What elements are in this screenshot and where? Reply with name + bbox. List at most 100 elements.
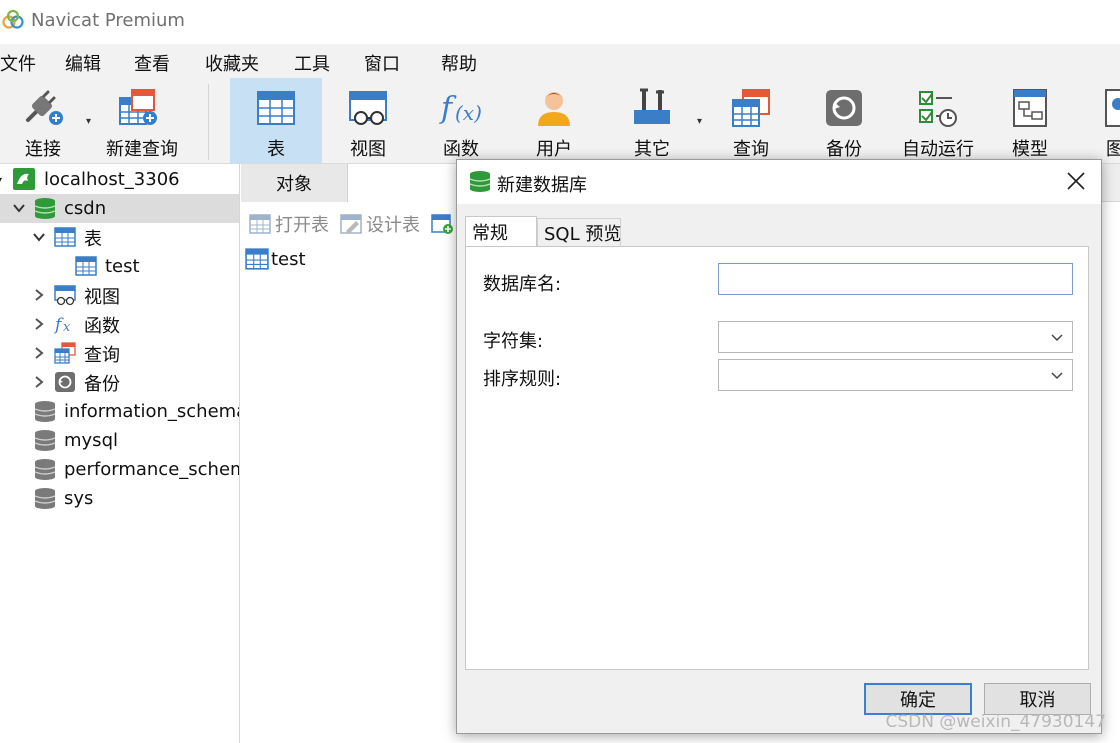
tab-sql-preview[interactable]: SQL 预览 xyxy=(537,218,621,246)
object-item-test-label: test xyxy=(271,248,306,270)
auto-run-button[interactable]: 自动运行 xyxy=(892,78,984,163)
db-name-input[interactable] xyxy=(718,263,1073,295)
tree-db-csdn-label: csdn xyxy=(64,198,107,219)
function-button[interactable]: f (x) 函数 xyxy=(414,78,508,163)
tree-queries[interactable]: 查询 xyxy=(0,339,239,368)
view-icon xyxy=(54,285,76,306)
view-icon xyxy=(349,91,387,125)
object-item-test[interactable]: test xyxy=(245,246,306,272)
collation-label: 排序规则: xyxy=(483,369,562,390)
user-label: 用户 xyxy=(536,139,572,160)
dialog-general-panel: 数据库名: 字符集: 排序规则: xyxy=(465,246,1089,670)
chart-label: 图 xyxy=(1106,139,1120,160)
chevron-right-icon[interactable] xyxy=(32,288,46,302)
connect-dropdown-icon[interactable]: ▾ xyxy=(86,116,91,127)
menu-edit[interactable]: 编辑 xyxy=(65,50,101,76)
view-button[interactable]: 视图 xyxy=(322,78,414,163)
tree-db-mysql[interactable]: mysql xyxy=(0,426,239,455)
other-button[interactable]: 其它 xyxy=(606,78,698,163)
tree-db-sys[interactable]: sys xyxy=(0,484,239,513)
tree-functions[interactable]: f x 函数 xyxy=(0,310,239,339)
chevron-right-icon[interactable] xyxy=(32,375,46,389)
chart-button[interactable]: 图 xyxy=(1090,78,1120,163)
table-icon xyxy=(54,227,76,247)
tree-tables[interactable]: 表 xyxy=(0,223,239,252)
new-query-button[interactable]: 新建查询 xyxy=(100,78,184,163)
chevron-down-icon[interactable] xyxy=(32,230,46,244)
tree-connection[interactable]: ▾ localhost_3306 xyxy=(0,165,239,194)
tree-queries-label: 查询 xyxy=(84,344,120,366)
chevron-right-icon[interactable] xyxy=(32,346,46,360)
tab-general[interactable]: 常规 xyxy=(465,216,537,247)
tree-connection-label: localhost_3306 xyxy=(44,169,180,190)
function-icon: f x xyxy=(54,315,71,335)
chevron-down-icon[interactable] xyxy=(12,201,26,215)
function-icon: f (x) xyxy=(439,91,482,126)
design-table-button[interactable]: 设计表 xyxy=(340,211,420,237)
chevron-right-icon[interactable] xyxy=(32,317,46,331)
backup-icon xyxy=(826,90,862,126)
auto-run-icon xyxy=(919,91,957,127)
navigation-tree: ▾ localhost_3306 csdn 表 test xyxy=(0,164,240,743)
svg-text:x: x xyxy=(63,320,71,335)
tree-backups[interactable]: 备份 xyxy=(0,368,239,397)
cancel-button[interactable]: 取消 xyxy=(984,683,1091,715)
navicat-logo-icon xyxy=(2,9,24,29)
new-table-button[interactable] xyxy=(431,211,459,237)
design-table-icon xyxy=(340,214,362,234)
database-icon xyxy=(34,459,56,480)
tab-objects[interactable]: 对象 xyxy=(241,164,347,202)
tab-blank[interactable] xyxy=(347,164,467,202)
other-dropdown-icon[interactable]: ▾ xyxy=(697,116,702,127)
tree-db-information-schema-label: information_schema xyxy=(64,401,240,422)
main-toolbar: 连接 ▾ 新建查询 表 视图 f (x) 函数 用户 其它 ▾ 查询 备份 自动… xyxy=(0,78,1120,164)
model-icon xyxy=(1013,89,1047,127)
table-icon xyxy=(245,248,269,270)
chevron-down-icon[interactable]: ▾ xyxy=(0,173,10,187)
database-icon xyxy=(34,401,56,422)
query-button[interactable]: 查询 xyxy=(706,78,796,163)
dialog-title: 新建数据库 xyxy=(497,175,587,196)
open-table-label: 打开表 xyxy=(275,215,329,236)
backup-label: 备份 xyxy=(826,139,862,160)
tree-views[interactable]: 视图 xyxy=(0,281,239,310)
model-label: 模型 xyxy=(1012,139,1048,160)
menu-favorites[interactable]: 收藏夹 xyxy=(205,50,259,76)
watermark: CSDN @weixin_47930147 xyxy=(885,712,1106,732)
svg-text:(x): (x) xyxy=(455,101,482,125)
collation-select[interactable] xyxy=(718,359,1073,391)
model-button[interactable]: 模型 xyxy=(984,78,1076,163)
connect-label: 连接 xyxy=(25,139,61,160)
tools-icon xyxy=(634,88,670,124)
chart-icon xyxy=(1105,89,1120,127)
menu-file[interactable]: 文件 xyxy=(0,50,36,76)
tree-table-test[interactable]: test xyxy=(0,252,239,281)
tree-db-csdn[interactable]: csdn xyxy=(0,194,239,223)
backup-icon xyxy=(55,372,75,392)
database-icon xyxy=(469,171,491,192)
ok-button[interactable]: 确定 xyxy=(864,683,972,715)
menu-tools[interactable]: 工具 xyxy=(294,50,330,76)
tree-db-mysql-label: mysql xyxy=(64,430,118,451)
tree-db-performance-schema[interactable]: performance_schema xyxy=(0,455,239,484)
menu-view[interactable]: 查看 xyxy=(134,50,170,76)
backup-button[interactable]: 备份 xyxy=(798,78,890,163)
charset-select[interactable] xyxy=(718,321,1073,353)
tree-backups-label: 备份 xyxy=(84,373,120,395)
open-table-button[interactable]: 打开表 xyxy=(249,211,329,237)
user-button[interactable]: 用户 xyxy=(508,78,600,163)
close-icon[interactable] xyxy=(1065,170,1087,192)
user-icon xyxy=(538,92,570,126)
menu-window[interactable]: 窗口 xyxy=(364,50,400,76)
other-label: 其它 xyxy=(634,139,670,160)
menu-help[interactable]: 帮助 xyxy=(441,50,477,76)
connect-button[interactable]: 连接 xyxy=(0,78,86,163)
database-icon xyxy=(34,430,56,451)
new-table-icon xyxy=(431,214,453,234)
new-database-dialog: 新建数据库 常规 SQL 预览 数据库名: 字符集: 排序规则: 确定 取消 xyxy=(456,159,1102,734)
table-button[interactable]: 表 xyxy=(230,78,322,163)
mysql-connection-icon xyxy=(13,168,35,190)
tree-db-information-schema[interactable]: information_schema xyxy=(0,397,240,426)
tree-views-label: 视图 xyxy=(84,286,120,308)
menu-bar: 文件 编辑 查看 收藏夹 工具 窗口 帮助 xyxy=(0,44,1120,78)
